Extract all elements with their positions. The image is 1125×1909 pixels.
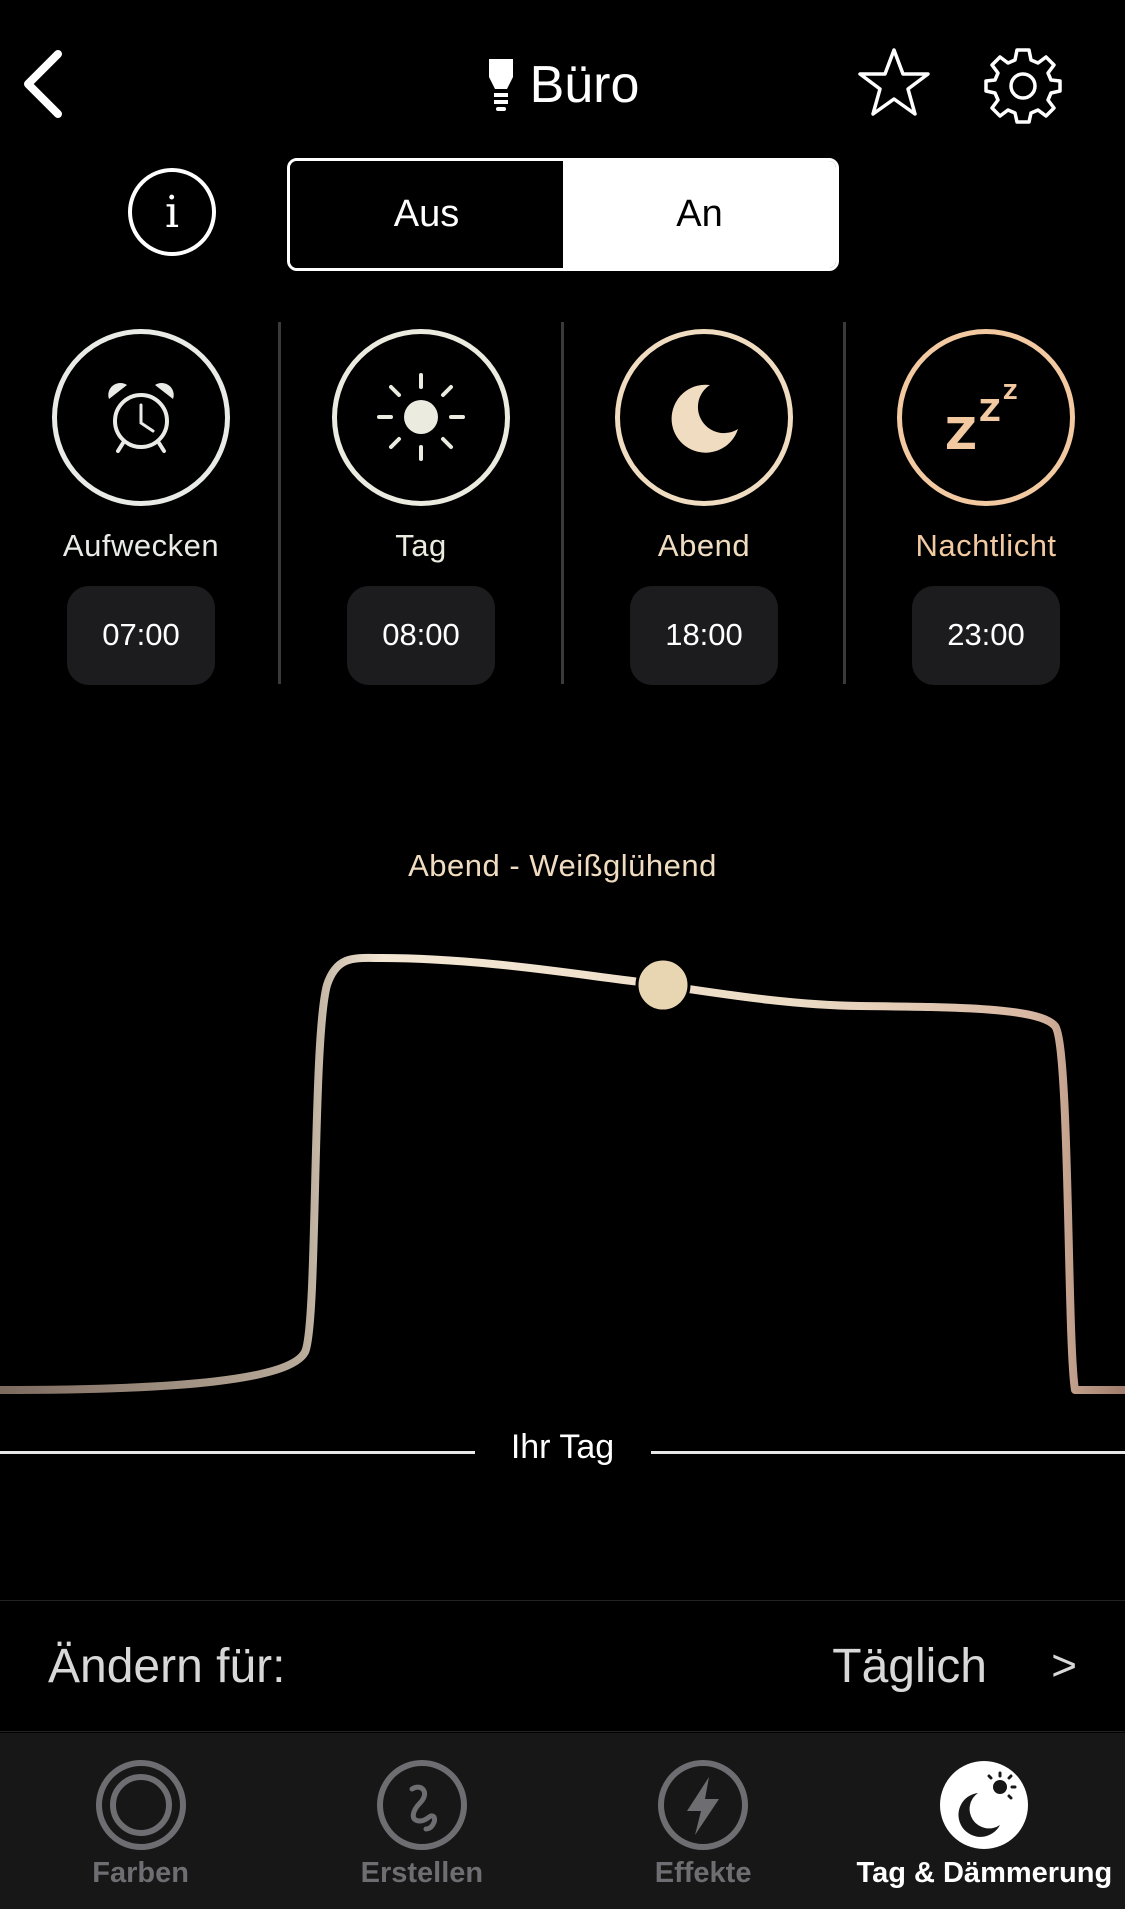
page-title: Büro [529,56,640,114]
moon-sun-icon [940,1761,1029,1849]
tab-bar: Farben Erstellen Effekte Tag & Dämmerung [0,1733,1125,1909]
favorite-button[interactable] [858,46,930,118]
day-axis-label-wrap: Ihr Tag [0,1428,1125,1467]
scene-wake-up-button[interactable] [52,329,230,506]
tab-effects[interactable]: Effekte [563,1733,844,1909]
scene-nightlight: Z Z Z Nachtlicht 23:00 [845,325,1125,685]
power-on-option[interactable]: An [563,161,836,268]
svg-text:Z: Z [1003,380,1018,404]
scene-day-button[interactable] [332,329,510,506]
scene-evening: Abend 18:00 [563,325,845,685]
scene-wake-up-time[interactable]: 07:00 [67,585,215,685]
tab-colors[interactable]: Farben [0,1733,281,1909]
squiggle-icon [376,1760,467,1850]
svg-text:Z: Z [945,409,977,457]
gear-icon [984,48,1062,124]
settings-button[interactable] [984,46,1062,124]
scene-nightlight-time[interactable]: 23:00 [912,585,1060,685]
scene-evening-button[interactable] [615,329,793,506]
scene-wake-up-label: Aufwecken [62,527,220,563]
info-button[interactable]: i [128,168,216,256]
power-off-option[interactable]: Aus [290,161,563,268]
header-title-group: Büro [0,50,1125,120]
tab-day-dusk[interactable]: Tag & Dämmerung [844,1733,1125,1909]
change-for-value: Täglich [832,1639,987,1693]
scene-nightlight-button[interactable]: Z Z Z [897,329,1075,506]
sleep-zzz-icon: Z Z Z [945,380,1018,457]
scene-day: Tag 08:00 [280,325,562,685]
day-curve-chart [0,953,1125,1394]
scene-day-label: Tag [395,527,447,563]
tab-day-dusk-label: Tag & Dämmerung [856,1857,1113,1889]
chevron-right-icon: > [1051,1641,1077,1690]
star-icon [858,48,930,116]
lightning-icon [658,1760,749,1850]
tab-create[interactable]: Erstellen [281,1733,562,1909]
scene-evening-time[interactable]: 18:00 [630,585,778,685]
curve-position-handle[interactable] [635,957,691,1013]
scene-wake-up: Aufwecken 07:00 [0,325,282,685]
moon-icon [671,385,738,454]
lightbulb-icon [488,59,513,111]
scene-nightlight-label: Nachtlicht [915,527,1057,563]
change-for-label: Ändern für: [48,1639,286,1693]
day-axis-label: Ihr Tag [490,1428,635,1466]
tab-create-label: Erstellen [360,1857,484,1889]
tab-colors-label: Farben [92,1857,189,1889]
sun-icon [377,373,465,462]
alarm-clock-icon [108,383,174,454]
change-for-row[interactable]: Ändern für: Täglich > [0,1600,1125,1732]
rings-icon [95,1760,186,1850]
power-toggle[interactable]: Aus An [287,158,839,271]
scene-day-time[interactable]: 08:00 [347,585,495,685]
svg-text:Z: Z [979,394,1001,429]
info-icon: i [164,186,180,238]
day-curve-line [0,953,1125,1394]
scene-evening-label: Abend [657,527,751,563]
current-scene-label: Abend - Weißglühend [408,848,717,883]
tab-effects-label: Effekte [654,1857,752,1889]
